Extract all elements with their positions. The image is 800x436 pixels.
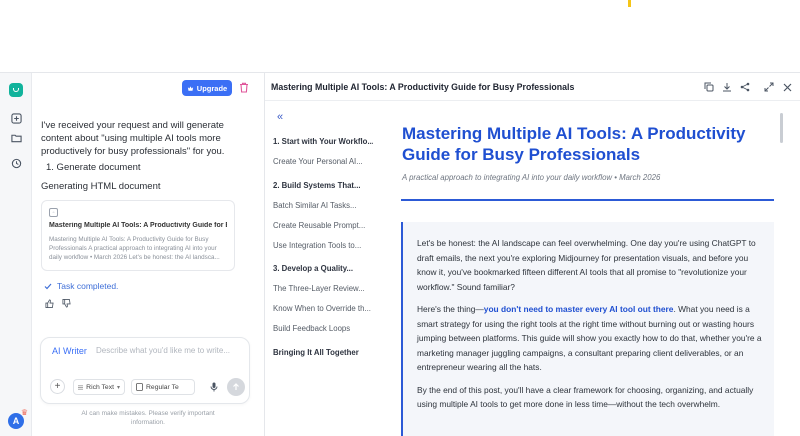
- history-icon[interactable]: [8, 155, 24, 171]
- collapse-toc-icon[interactable]: «: [277, 111, 283, 123]
- thumbs-up-icon[interactable]: [44, 298, 54, 308]
- toc-item[interactable]: Use Integration Tools to...: [273, 241, 373, 250]
- title-divider: [401, 199, 774, 201]
- intro-callout: Let's be honest: the AI landscape can fe…: [401, 222, 774, 436]
- check-icon: [44, 283, 52, 289]
- step-text: 1. Generate document: [46, 162, 141, 173]
- toc-item[interactable]: The Three-Layer Review...: [273, 284, 373, 293]
- microphone-icon[interactable]: [208, 381, 220, 393]
- reactions: [44, 298, 71, 308]
- document-card[interactable]: ▫ Mastering Multiple AI Tools: A Product…: [41, 200, 235, 271]
- chat-panel: Upgrade I've received your request and w…: [33, 73, 263, 436]
- toc-item[interactable]: 2. Build Systems That...: [273, 181, 373, 190]
- chevron-down-icon: ▾: [116, 384, 120, 391]
- avatar-letter: A: [12, 416, 20, 426]
- format-select-value: Rich Text: [86, 383, 114, 391]
- add-attachment-button[interactable]: +: [50, 379, 65, 394]
- style-select-value: Regular Te: [146, 383, 179, 391]
- toc-item[interactable]: 3. Develop a Quality...: [273, 264, 373, 273]
- ai-writer-label[interactable]: AI Writer: [52, 346, 87, 356]
- document-card-title: Mastering Multiple AI Tools: A Productiv…: [49, 222, 227, 229]
- p2-text-before: Here's the thing—: [417, 304, 484, 314]
- p2-text-after: . What you need is a smart strategy for …: [417, 304, 762, 372]
- document-header: Mastering Multiple AI Tools: A Productiv…: [265, 73, 800, 101]
- send-button[interactable]: [227, 378, 245, 396]
- upgrade-icon: [187, 85, 193, 91]
- left-rail: A ♛: [0, 73, 32, 436]
- table-of-contents: « 1. Start with Your Workflo... Create Y…: [265, 101, 375, 436]
- disclaimer-text: AI can make mistakes. Please verify impo…: [81, 410, 215, 426]
- close-icon[interactable]: [781, 81, 793, 93]
- article: Mastering Multiple AI Tools: A Productiv…: [401, 101, 777, 436]
- assistant-message: I've received your request and will gene…: [41, 120, 225, 157]
- document-icon: ▫: [49, 208, 58, 217]
- download-icon[interactable]: [721, 81, 733, 93]
- p2-highlight: you don't need to master every AI tool o…: [483, 304, 674, 314]
- user-avatar[interactable]: A ♛: [8, 408, 28, 429]
- scrollbar-thumb[interactable]: [780, 113, 783, 143]
- intro-paragraph-3: By the end of this post, you'll have a c…: [417, 384, 754, 410]
- document-card-excerpt: Mastering Multiple AI Tools: A Productiv…: [49, 236, 220, 261]
- prompt-input[interactable]: [96, 343, 246, 357]
- document-header-title: Mastering Multiple AI Tools: A Productiv…: [271, 82, 575, 92]
- toc-item[interactable]: Create Reusable Prompt...: [273, 221, 373, 230]
- expand-icon[interactable]: [763, 81, 775, 93]
- decorative-mark: [628, 0, 631, 7]
- upgrade-button[interactable]: Upgrade: [182, 80, 232, 96]
- task-status-label: Task completed.: [57, 281, 119, 291]
- document-style-icon: [136, 383, 143, 391]
- article-subtitle: A practical approach to integrating AI i…: [402, 173, 661, 182]
- format-select[interactable]: Rich Text ▾: [73, 379, 125, 395]
- upgrade-label: Upgrade: [196, 83, 228, 93]
- toc-item[interactable]: Create Your Personal AI...: [273, 157, 373, 166]
- copy-icon[interactable]: [703, 81, 715, 93]
- list-icon: [78, 385, 84, 389]
- task-status: Task completed.: [44, 281, 118, 291]
- crown-icon: ♛: [20, 408, 28, 417]
- folder-icon[interactable]: [8, 130, 24, 146]
- document-panel: Mastering Multiple AI Tools: A Productiv…: [264, 73, 800, 436]
- share-icon[interactable]: [739, 81, 751, 93]
- thumbs-down-icon[interactable]: [61, 298, 71, 308]
- trash-icon[interactable]: [238, 81, 250, 94]
- generating-text: Generating HTML document: [41, 181, 161, 192]
- article-title: Mastering Multiple AI Tools: A Productiv…: [402, 124, 746, 164]
- toc-item[interactable]: 1. Start with Your Workflo...: [273, 137, 373, 146]
- toc-item[interactable]: Know When to Override th...: [273, 304, 373, 313]
- toc-item[interactable]: Batch Similar AI Tasks...: [273, 201, 373, 210]
- toc-item[interactable]: Build Feedback Loops: [273, 324, 373, 333]
- intro-paragraph-1: Let's be honest: the AI landscape can fe…: [417, 238, 756, 292]
- composer: AI Writer + Rich Text ▾ Regular Te: [40, 337, 250, 404]
- app-logo-icon[interactable]: [9, 83, 23, 97]
- intro-paragraph-2: Here's the thing—you don't need to maste…: [417, 302, 764, 375]
- toc-item[interactable]: Bringing It All Together: [273, 348, 373, 357]
- new-chat-icon[interactable]: [8, 110, 24, 126]
- arrow-up-icon: [233, 383, 239, 390]
- style-select[interactable]: Regular Te: [131, 379, 195, 395]
